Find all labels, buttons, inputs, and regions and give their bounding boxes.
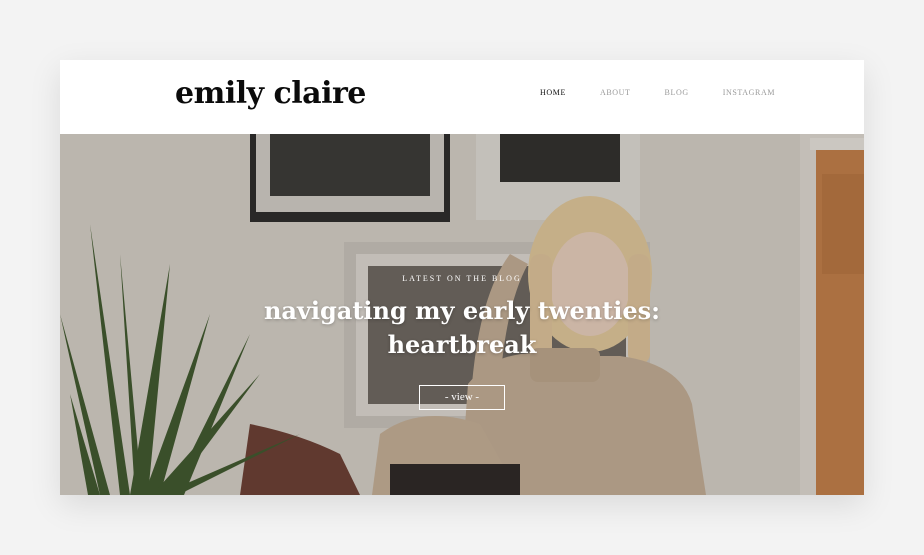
hero-kicker: LATEST ON THE BLOG [402,274,522,283]
hero-title[interactable]: navigating my early twenties: heartbreak [60,294,864,362]
view-post-button[interactable]: - view - [419,385,505,410]
hero-title-line-1[interactable]: navigating my early twenties: [60,294,864,328]
site-header: emily claire HOME ABOUT BLOG INSTAGRAM [60,60,864,134]
website-frame: emily claire HOME ABOUT BLOG INSTAGRAM L… [60,60,864,495]
hero-title-line-2[interactable]: heartbreak [60,328,864,362]
nav-blog-link[interactable]: BLOG [665,88,689,97]
main-nav: HOME ABOUT BLOG INSTAGRAM [540,88,809,97]
nav-home-link[interactable]: HOME [540,88,566,97]
site-logo[interactable]: emily claire [175,76,366,111]
nav-about-link[interactable]: ABOUT [600,88,631,97]
nav-instagram-link[interactable]: INSTAGRAM [723,88,775,97]
hero-banner: LATEST ON THE BLOG navigating my early t… [60,134,864,495]
